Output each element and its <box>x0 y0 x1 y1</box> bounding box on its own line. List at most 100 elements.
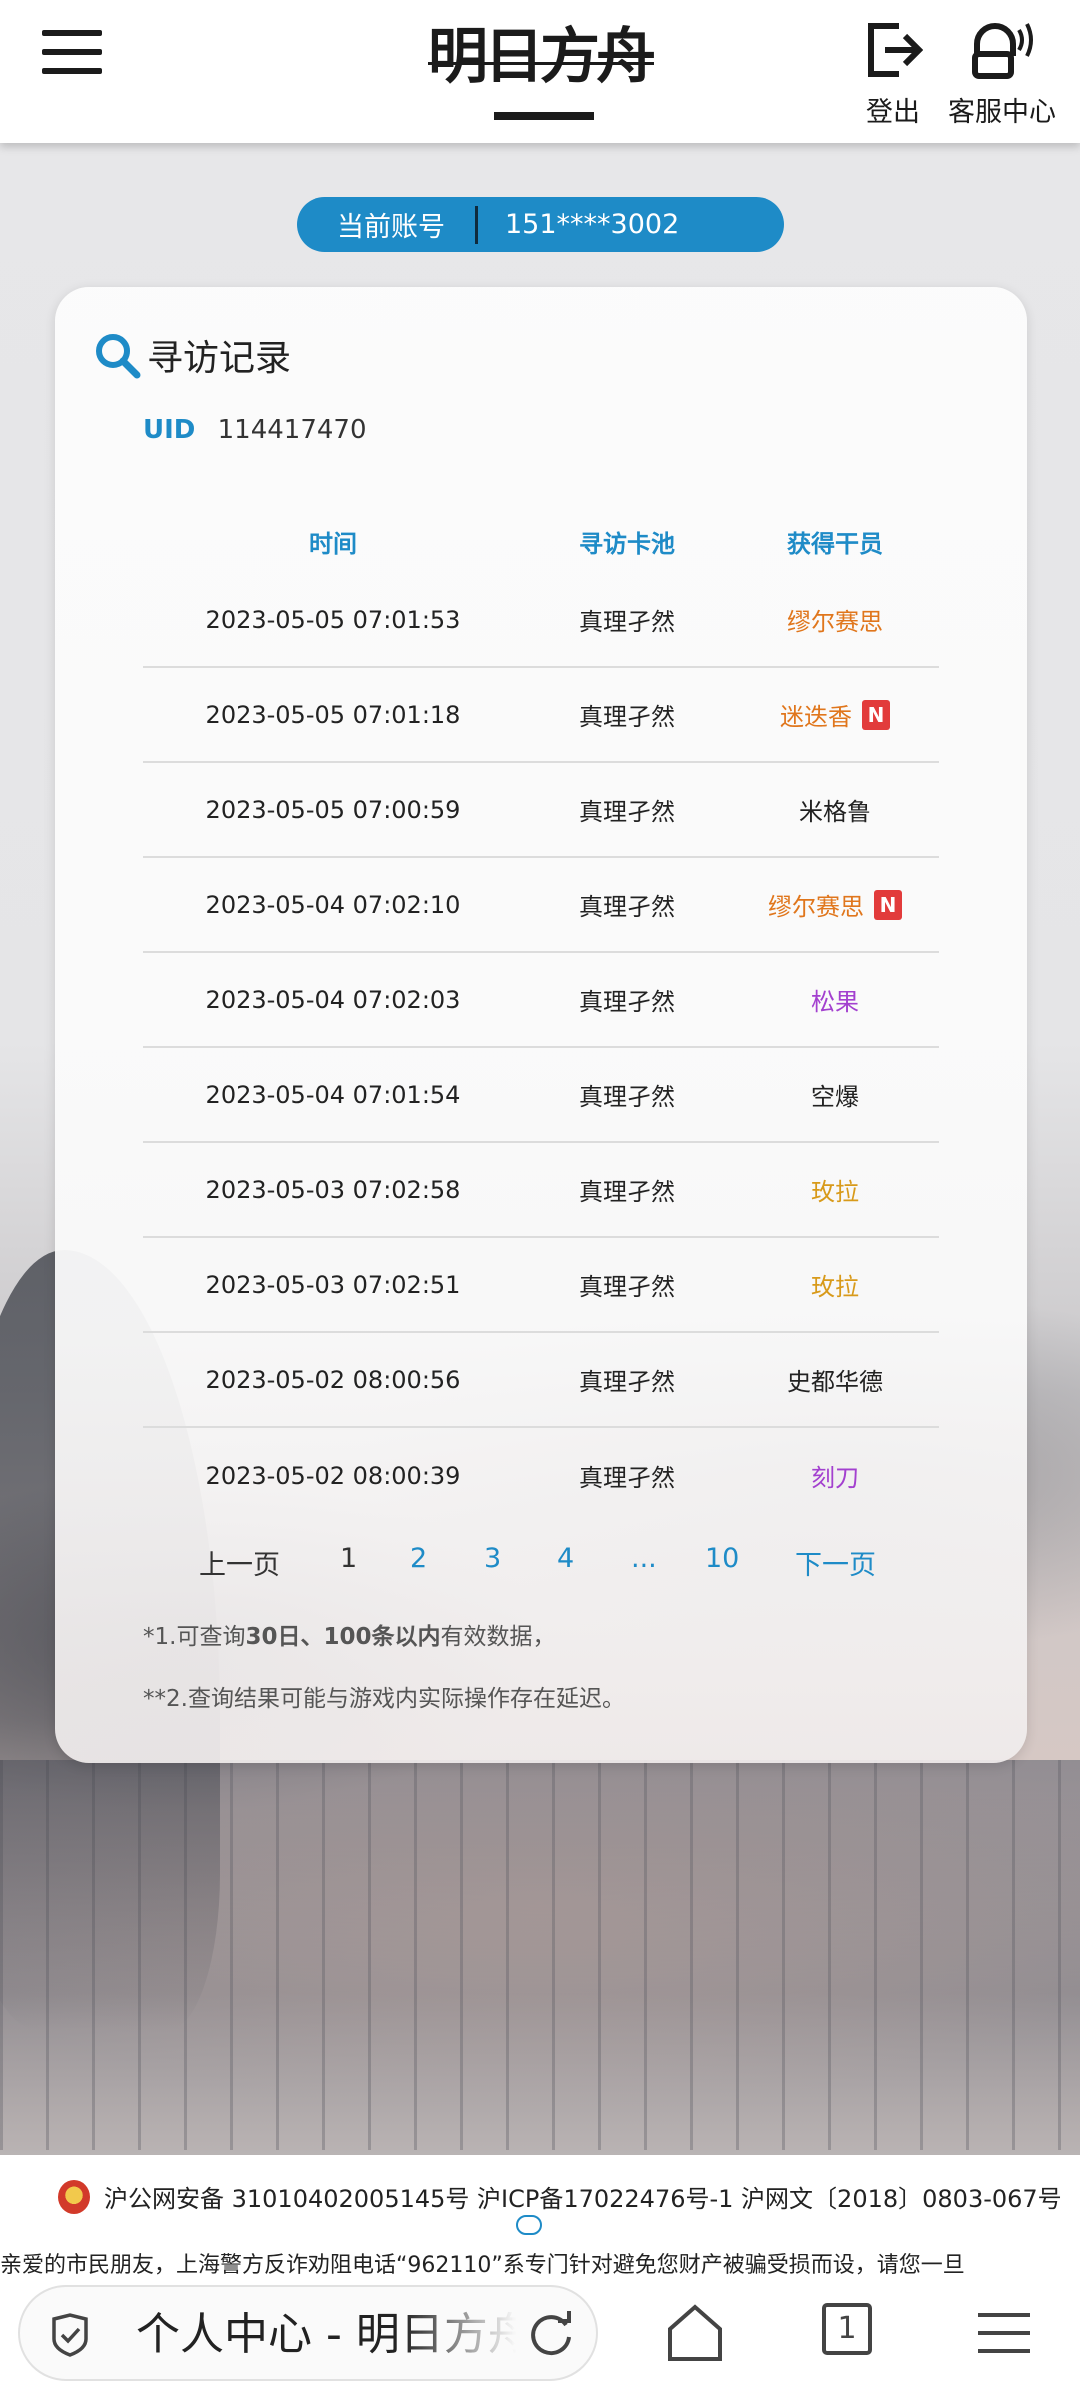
note-1: *1.可查询30日、100条以内有效数据， <box>143 1624 556 1650</box>
card-title: 寻访记录 <box>93 329 291 381</box>
operator-name: 史都华德 <box>787 1368 883 1396</box>
page-4-link[interactable]: 4 <box>557 1543 574 1574</box>
cell-operator: 玫拉 <box>731 1172 939 1207</box>
operator-name: 迷迭香 <box>780 703 852 731</box>
customer-service-button[interactable]: 客服中心 <box>944 20 1060 132</box>
small-logo-icon <box>516 2215 542 2235</box>
account-pill: 当前账号 151****3002 <box>297 197 784 252</box>
page-2-link[interactable]: 2 <box>410 1543 427 1574</box>
cell-time: 2023-05-03 07:02:51 <box>205 1270 461 1299</box>
police-emblem-icon <box>58 2179 90 2214</box>
table-header: 时间 寻访卡池 获得干员 <box>143 509 939 573</box>
logout-label: 登出 <box>866 97 920 128</box>
cell-pool: 真理孑然 <box>579 1083 675 1111</box>
page-10-link[interactable]: 10 <box>705 1543 739 1574</box>
cell-time: 2023-05-03 07:02:58 <box>205 1175 461 1204</box>
cell-pool: 真理孑然 <box>579 1178 675 1206</box>
cell-operator: 缪尔赛思 N <box>731 887 939 922</box>
cell-pool: 真理孑然 <box>579 988 675 1016</box>
home-icon[interactable] <box>666 2303 724 2363</box>
record-table: 时间 寻访卡池 获得干员 2023-05-05 07:01:53 真理孑然 缪尔赛思… <box>143 509 939 1523</box>
page-current: 1 <box>340 1543 358 1574</box>
cell-pool: 真理孑然 <box>579 893 675 921</box>
table-row: 2023-05-04 07:02:03 真理孑然 松果 <box>143 953 939 1048</box>
uid-label: UID <box>143 415 196 445</box>
cell-time: 2023-05-04 07:02:10 <box>205 890 461 919</box>
cell-operator: 缪尔赛思 <box>731 602 939 637</box>
site-footer: 沪公网安备 31010402005145号 沪ICP备17022476号-1 沪… <box>0 2155 1080 2285</box>
column-header-time: 时间 <box>309 529 357 558</box>
cell-operator: 玫拉 <box>731 1267 939 1302</box>
cell-pool: 真理孑然 <box>579 1273 675 1301</box>
menu-icon[interactable] <box>42 30 102 76</box>
logo[interactable]: 明日方舟 <box>420 14 660 128</box>
note-2: **2.查询结果可能与游戏内实际操作存在延迟。 <box>143 1686 625 1712</box>
cell-time: 2023-05-02 08:00:39 <box>205 1461 461 1490</box>
cell-time: 2023-05-04 07:01:54 <box>205 1080 461 1109</box>
shield-check-icon[interactable] <box>50 2313 90 2357</box>
icp-text[interactable]: 沪公网安备 31010402005145号 沪ICP备17022476号-1 沪… <box>104 2179 1062 2214</box>
table-row: 2023-05-05 07:00:59 真理孑然 米格鲁 <box>143 763 939 858</box>
table-row: 2023-05-03 07:02:51 真理孑然 玫拉 <box>143 1238 939 1333</box>
refresh-icon[interactable] <box>526 2309 576 2359</box>
operator-name: 空爆 <box>811 1083 859 1111</box>
operator-name: 松果 <box>811 988 859 1016</box>
icp-info: 沪公网安备 31010402005145号 沪ICP备17022476号-1 沪… <box>58 2179 1062 2214</box>
uid-value: 114417470 <box>217 415 367 445</box>
cell-operator: 史都华德 <box>731 1362 939 1397</box>
search-icon <box>96 334 141 379</box>
menu-lines-icon[interactable] <box>976 2311 1032 2355</box>
page-ellipsis: ... <box>631 1543 657 1574</box>
anti-fraud-ticker: 亲爱的市民朋友，上海警方反诈劝阻电话“962110”系专门针对避免您财产被骗受损… <box>0 2253 965 2278</box>
table-row: 2023-05-05 07:01:18 真理孑然 迷迭香 N <box>143 668 939 763</box>
headset-icon <box>972 23 1033 79</box>
cell-operator: 米格鲁 <box>731 792 939 827</box>
cell-time: 2023-05-05 07:00:59 <box>205 795 461 824</box>
cell-operator: 迷迭香 N <box>731 697 939 732</box>
column-header-operator: 获得干员 <box>787 529 883 558</box>
table-row: 2023-05-05 07:01:53 真理孑然 缪尔赛思 <box>143 573 939 668</box>
table-row: 2023-05-04 07:01:54 真理孑然 空爆 <box>143 1048 939 1143</box>
cell-time: 2023-05-05 07:01:18 <box>205 700 461 729</box>
cell-pool: 真理孑然 <box>579 1464 675 1492</box>
cell-pool: 真理孑然 <box>579 608 675 636</box>
prev-page-button[interactable]: 上一页 <box>199 1543 280 1582</box>
logout-button[interactable]: 登出 <box>838 20 948 132</box>
browser-toolbar: 个人中心 - 明日方舟 1 <box>0 2285 1080 2400</box>
table-row: 2023-05-02 08:00:39 真理孑然 刻刀 <box>143 1428 939 1523</box>
cell-time: 2023-05-04 07:02:03 <box>205 985 461 1014</box>
address-bar[interactable]: 个人中心 - 明日方舟 <box>18 2285 598 2381</box>
operator-name: 缪尔赛思 <box>768 893 864 921</box>
operator-name: 米格鲁 <box>799 798 871 826</box>
new-badge: N <box>862 699 890 730</box>
cell-time: 2023-05-02 08:00:56 <box>205 1365 461 1394</box>
operator-name: 玫拉 <box>811 1273 859 1301</box>
tabs-button[interactable]: 1 <box>822 2303 872 2355</box>
column-header-pool: 寻访卡池 <box>579 529 675 558</box>
page-title: 个人中心 - 明日方舟 <box>136 2309 516 2360</box>
page-3-link[interactable]: 3 <box>484 1543 501 1574</box>
table-row: 2023-05-03 07:02:58 真理孑然 玫拉 <box>143 1143 939 1238</box>
cell-operator: 空爆 <box>731 1077 939 1112</box>
logout-icon <box>868 23 923 77</box>
uid-row: UID 114417470 <box>143 415 367 445</box>
next-page-button[interactable]: 下一页 <box>795 1543 876 1582</box>
new-badge: N <box>874 889 902 920</box>
table-row: 2023-05-02 08:00:56 真理孑然 史都华德 <box>143 1333 939 1428</box>
cell-pool: 真理孑然 <box>579 703 675 731</box>
cell-pool: 真理孑然 <box>579 1368 675 1396</box>
operator-name: 玫拉 <box>811 1178 859 1206</box>
pagination: 上一页 1 2 3 4 ... 10 下一页 <box>55 1535 1027 1585</box>
card-title-text: 寻访记录 <box>147 338 292 379</box>
gacha-record-card: 寻访记录 UID 114417470 时间 寻访卡池 获得干员 2023-05-… <box>55 287 1027 1763</box>
notes: *1.可查询30日、100条以内有效数据， **2.查询结果可能与游戏内实际操作… <box>143 1617 625 1741</box>
cell-time: 2023-05-05 07:01:53 <box>205 605 461 634</box>
top-header: 明日方舟 登出 客服中心 <box>0 0 1080 143</box>
operator-name: 缪尔赛思 <box>787 608 883 636</box>
operator-name: 刻刀 <box>811 1464 859 1492</box>
cell-operator: 刻刀 <box>731 1458 939 1493</box>
service-label: 客服中心 <box>948 97 1056 128</box>
table-body: 2023-05-05 07:01:53 真理孑然 缪尔赛思 2023-05-05 07… <box>143 573 939 1523</box>
account-value: 151****3002 <box>505 209 680 240</box>
table-row: 2023-05-04 07:02:10 真理孑然 缪尔赛思 N <box>143 858 939 953</box>
